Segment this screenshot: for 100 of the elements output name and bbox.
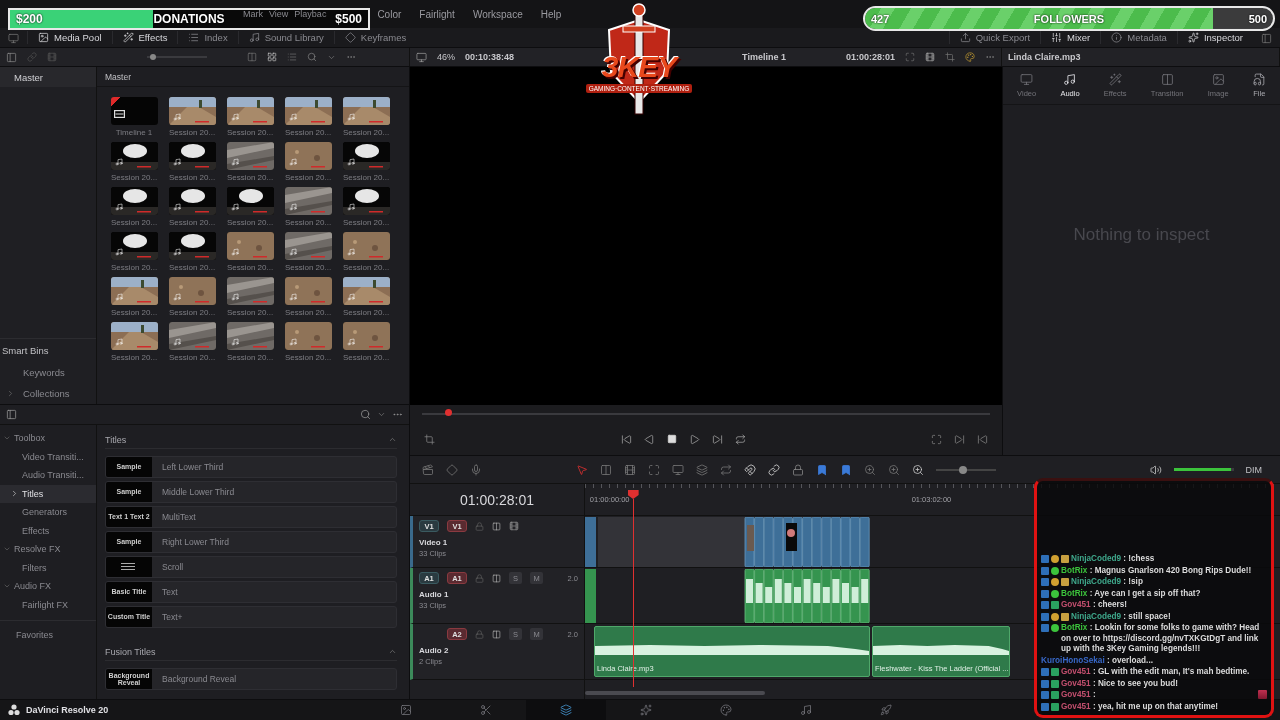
auto-select-icon[interactable] xyxy=(492,629,501,639)
menu-item[interactable]: Mark xyxy=(243,9,263,19)
lock-icon[interactable] xyxy=(475,521,484,531)
tree-item-highlight[interactable]: Generators xyxy=(0,503,96,522)
jump-end-icon[interactable] xyxy=(711,433,723,445)
tree-group[interactable]: Resolve FX xyxy=(14,544,61,555)
toolbar-button[interactable]: Mixer xyxy=(1040,31,1101,44)
toolbar-button[interactable]: Keyframes xyxy=(333,31,417,44)
size-slider[interactable] xyxy=(147,53,207,61)
tree-item[interactable]: Generators xyxy=(22,507,68,518)
slider-thumb[interactable] xyxy=(959,465,967,474)
clip-label[interactable]: Session 20... xyxy=(168,128,216,137)
chevron-up-icon[interactable] xyxy=(388,435,397,444)
loop-icon[interactable] xyxy=(734,433,746,445)
page-button[interactable] xyxy=(526,699,606,720)
lock-icon[interactable] xyxy=(792,463,804,476)
trim-icon[interactable] xyxy=(600,463,612,476)
clip-label[interactable]: Session 20... xyxy=(226,263,274,272)
toolbar-button[interactable]: Inspector xyxy=(1176,31,1253,44)
color-icon[interactable] xyxy=(965,52,975,62)
clip-label[interactable]: Session 20... xyxy=(284,218,332,227)
menu-item[interactable]: Workspace xyxy=(472,8,523,20)
bin-item[interactable]: Keywords xyxy=(19,367,65,378)
clip-icon[interactable] xyxy=(47,52,57,62)
volume-icon[interactable] xyxy=(1149,463,1162,476)
tree-group[interactable]: Favorites xyxy=(16,630,53,640)
clip-label[interactable]: Session 20... xyxy=(342,308,390,317)
clip-label[interactable]: Session 20... xyxy=(226,128,274,137)
toolbar-button[interactable]: Quick Export xyxy=(948,31,1041,44)
link-icon[interactable] xyxy=(768,463,780,476)
clip-label[interactable]: Session 20... xyxy=(110,263,158,272)
clip-label[interactable]: Session 20... xyxy=(284,173,332,182)
lock-icon[interactable] xyxy=(475,573,484,583)
chevron-up-icon[interactable] xyxy=(388,647,397,656)
search-icon[interactable] xyxy=(360,409,371,420)
clip-label[interactable]: Session 20... xyxy=(110,308,158,317)
tree-item-highlight[interactable]: Audio Transiti... xyxy=(0,466,96,485)
panel-toggle-icon[interactable] xyxy=(6,409,17,420)
auto-select-icon[interactable] xyxy=(492,573,501,583)
title-item[interactable]: Scroll xyxy=(105,556,397,578)
zoom-custom-icon[interactable] xyxy=(912,463,924,476)
scrollbar[interactable] xyxy=(585,691,765,695)
toolbar-button[interactable]: Media Pool xyxy=(27,31,112,44)
tree-item-highlight[interactable]: Effects xyxy=(0,521,96,540)
next-icon[interactable] xyxy=(954,433,965,445)
marker-icon[interactable] xyxy=(840,463,852,476)
clip-label[interactable]: Session 20... xyxy=(226,173,274,182)
tree-item[interactable]: Video Transiti... xyxy=(22,451,84,462)
play-reverse-icon[interactable] xyxy=(643,433,655,445)
slider-thumb[interactable] xyxy=(150,54,156,60)
clip-label[interactable]: Session 20... xyxy=(342,128,390,137)
crop-icon[interactable] xyxy=(424,433,435,445)
tree-item[interactable]: Effects xyxy=(22,525,50,536)
menu-item[interactable]: Color xyxy=(377,8,402,20)
clip-label[interactable]: Session 20... xyxy=(342,353,390,362)
clip-label[interactable]: Session 20... xyxy=(168,218,216,227)
tree-item-highlight[interactable]: Filters xyxy=(0,558,96,577)
blade-icon[interactable] xyxy=(624,463,636,476)
clip-label[interactable]: Session 20... xyxy=(226,308,274,317)
flag-icon[interactable] xyxy=(816,463,828,476)
tree-item-highlight[interactable]: Fairlight FX xyxy=(0,595,96,614)
quality-icon[interactable] xyxy=(925,52,935,62)
play-icon[interactable] xyxy=(688,433,700,445)
clip-label[interactable]: Session 20... xyxy=(284,263,332,272)
auto-select-icon[interactable] xyxy=(492,521,501,531)
clip-label[interactable]: Session 20... xyxy=(226,353,274,362)
clip-label[interactable]: Session 20... xyxy=(342,173,390,182)
zoom-detail-icon[interactable] xyxy=(888,463,900,476)
chevron-right-icon[interactable] xyxy=(10,489,19,499)
playhead-handle[interactable] xyxy=(627,490,639,499)
tree-item[interactable]: Filters xyxy=(22,562,47,573)
clip-label[interactable]: Session 20... xyxy=(110,218,158,227)
jump-start-icon[interactable] xyxy=(620,433,632,445)
toolbar-button[interactable]: Metadata xyxy=(1100,31,1177,44)
fit-icon[interactable] xyxy=(905,52,915,62)
mic-icon[interactable] xyxy=(470,463,482,476)
panel-icon[interactable] xyxy=(1261,33,1272,44)
clip-label[interactable]: Session 20... xyxy=(168,263,216,272)
zoom-full-icon[interactable] xyxy=(864,463,876,476)
grid-view-icon[interactable] xyxy=(267,52,277,62)
clip-label[interactable]: Session 20... xyxy=(342,263,390,272)
clip-label[interactable]: Session 20... xyxy=(168,173,216,182)
tree-item-highlight[interactable]: Video Transiti... xyxy=(0,447,96,466)
stop-icon[interactable] xyxy=(666,434,677,444)
menu-item[interactable]: Playbac xyxy=(294,9,327,19)
zoom-level[interactable]: 46% xyxy=(437,52,455,62)
clip-label[interactable]: Session 20... xyxy=(284,308,332,317)
timeline-name[interactable]: Timeline 1 xyxy=(742,52,786,62)
toolbar-button[interactable]: Sound Library xyxy=(237,31,334,44)
clip-label[interactable]: Session 20... xyxy=(284,353,332,362)
tree-item-highlight[interactable]: Titles xyxy=(0,484,96,503)
list-view-icon[interactable] xyxy=(287,52,297,62)
tree-item[interactable]: Titles xyxy=(22,488,44,499)
clip-label[interactable]: Session 20... xyxy=(342,218,390,227)
prev-icon[interactable] xyxy=(977,433,988,445)
snapping-icon[interactable] xyxy=(744,463,756,476)
keyframe-icon[interactable] xyxy=(446,463,458,476)
crop-icon[interactable] xyxy=(945,52,955,62)
menu-item[interactable]: Fairlight xyxy=(419,8,455,20)
tree-group[interactable]: Audio FX xyxy=(14,581,52,592)
